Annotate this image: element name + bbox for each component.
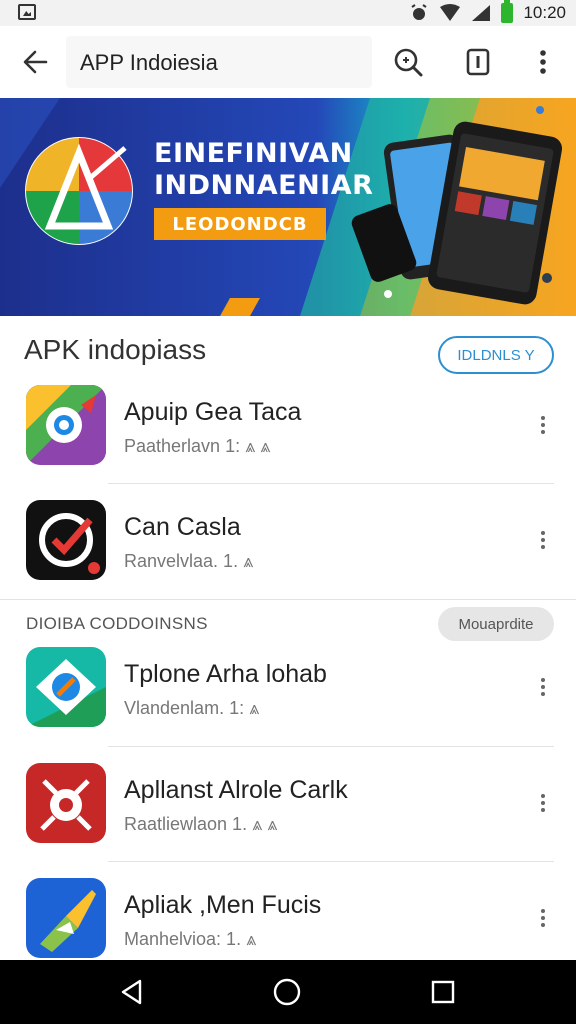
nav-home-icon — [271, 976, 303, 1008]
section2-title: DIOIBA CODDOINSNS — [26, 614, 208, 634]
app-more-button[interactable] — [534, 675, 552, 701]
app-more-button[interactable] — [534, 413, 552, 439]
app-icon-brush — [26, 878, 106, 958]
nav-back-button[interactable] — [116, 976, 148, 1008]
divider — [108, 746, 554, 747]
nav-recents-button[interactable] — [427, 976, 459, 1008]
section-title: APK indopiass — [24, 334, 206, 366]
app-name: Apllanst Alrole Carlk — [124, 776, 348, 805]
status-time: 10:20 — [523, 3, 566, 23]
status-bar: 10:20 — [0, 0, 576, 26]
signal-icon — [471, 4, 491, 22]
promo-banner[interactable]: EINEFINIVAN INDNNAENIAR LEODONDCB — [0, 98, 576, 316]
app-name: Apliak ,Men Fucis — [124, 891, 321, 920]
section-divider — [0, 599, 576, 600]
app-more-button[interactable] — [534, 906, 552, 932]
banner-art — [0, 98, 576, 316]
gallery-notification-icon — [18, 4, 36, 20]
divider — [108, 483, 554, 484]
navigation-bar — [0, 960, 576, 1024]
nav-back-icon — [116, 976, 148, 1008]
section-action-button[interactable]: IDLDNLS Y — [438, 336, 554, 374]
app-more-button[interactable] — [534, 528, 552, 554]
back-arrow-icon — [18, 44, 54, 80]
info-icon — [460, 44, 496, 80]
divider — [108, 861, 554, 862]
app-list-item[interactable]: Tplone Arha lohab Vlandenlam. 1: ⩓ — [0, 632, 576, 747]
info-button[interactable] — [460, 44, 496, 80]
app-subtitle: Raatliewlaon 1. ⩓ ⩓ — [124, 814, 277, 835]
page-title: APP Indoiesia — [80, 50, 218, 76]
app-icon-clock — [26, 500, 106, 580]
app-more-button[interactable] — [534, 791, 552, 817]
app-subtitle: Ranvelvlaa. 1. ⩓ — [124, 551, 253, 572]
banner-title-line2: INDNNAENIAR — [154, 170, 373, 201]
status-icons: 10:20 — [409, 2, 566, 24]
app-list-item[interactable]: Apuip Gea Taca Paatherlavn 1: ⩓ ⩓ — [0, 370, 576, 485]
battery-icon — [501, 3, 513, 23]
app-list-item[interactable]: Apllanst Alrole Carlk Raatliewlaon 1. ⩓ … — [0, 748, 576, 863]
app-bar: APP Indoiesia — [0, 26, 576, 98]
app-icon-maps — [26, 385, 106, 465]
app-name: Apuip Gea Taca — [124, 398, 301, 427]
app-icon-compass — [26, 647, 106, 727]
back-button[interactable] — [18, 44, 54, 80]
app-icon-bug — [26, 763, 106, 843]
alarm-icon — [409, 3, 429, 23]
nav-home-button[interactable] — [271, 976, 303, 1008]
banner-title-line1: EINEFINIVAN — [154, 138, 353, 169]
search-button[interactable] — [388, 42, 428, 82]
banner-tag: LEODONDCB — [154, 208, 326, 240]
search-icon — [388, 42, 428, 82]
app-subtitle: Manhelvioa: 1. ⩓ — [124, 929, 256, 950]
app-subtitle: Paatherlavn 1: ⩓ ⩓ — [124, 436, 270, 457]
more-vert-icon — [530, 44, 556, 80]
app-name: Tplone Arha lohab — [124, 660, 327, 689]
nav-recents-icon — [427, 976, 459, 1008]
wifi-icon — [439, 4, 461, 22]
app-list-item[interactable]: Can Casla Ranvelvlaa. 1. ⩓ — [0, 485, 576, 600]
app-name: Can Casla — [124, 513, 241, 542]
app-subtitle: Vlandenlam. 1: ⩓ — [124, 698, 259, 719]
overflow-menu-button[interactable] — [530, 44, 556, 80]
